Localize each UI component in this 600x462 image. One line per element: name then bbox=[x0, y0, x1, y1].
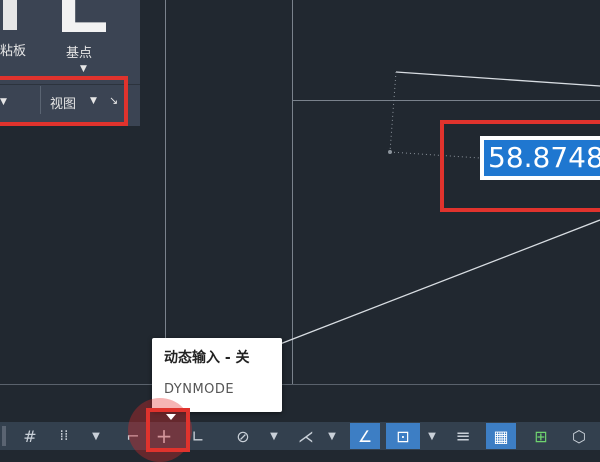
dimension-extension-line bbox=[389, 71, 397, 153]
isodraft-icon[interactable]: ⋌ bbox=[294, 426, 318, 446]
lineweight-icon[interactable]: ≡ bbox=[450, 426, 476, 447]
tooltip-command: DYNMODE bbox=[164, 382, 235, 397]
isodraft-dropdown-icon[interactable]: ▼ bbox=[324, 426, 340, 446]
3d-osnap-icon[interactable]: ⬡ bbox=[566, 426, 592, 446]
transparency-icon[interactable]: ▦ bbox=[486, 423, 516, 449]
drawing-overlay bbox=[279, 71, 600, 345]
statusbar-edge bbox=[2, 426, 6, 446]
osnap-icon[interactable]: ⊡ bbox=[386, 423, 420, 449]
snap-icon[interactable]: ⁞⁞ bbox=[52, 426, 76, 446]
highlight-box-input bbox=[440, 120, 600, 212]
polyline-segment bbox=[395, 71, 600, 87]
snap-dropdown-icon[interactable]: ▼ bbox=[88, 426, 104, 446]
tooltip-pointer-icon bbox=[166, 414, 176, 420]
selection-cycling-icon[interactable]: ⊞ bbox=[528, 426, 554, 446]
grid-icon[interactable]: # bbox=[18, 426, 42, 446]
polyline-segment bbox=[279, 219, 600, 345]
osnap-tracking-icon[interactable]: ∠ bbox=[350, 423, 380, 449]
polar-dropdown-icon[interactable]: ▼ bbox=[266, 426, 282, 446]
dimension-point bbox=[388, 150, 392, 154]
osnap-dropdown-icon[interactable]: ▼ bbox=[424, 426, 440, 446]
tooltip-title: 动态输入 - 关 bbox=[164, 350, 250, 366]
polar-icon[interactable]: ⊘ bbox=[230, 426, 256, 446]
